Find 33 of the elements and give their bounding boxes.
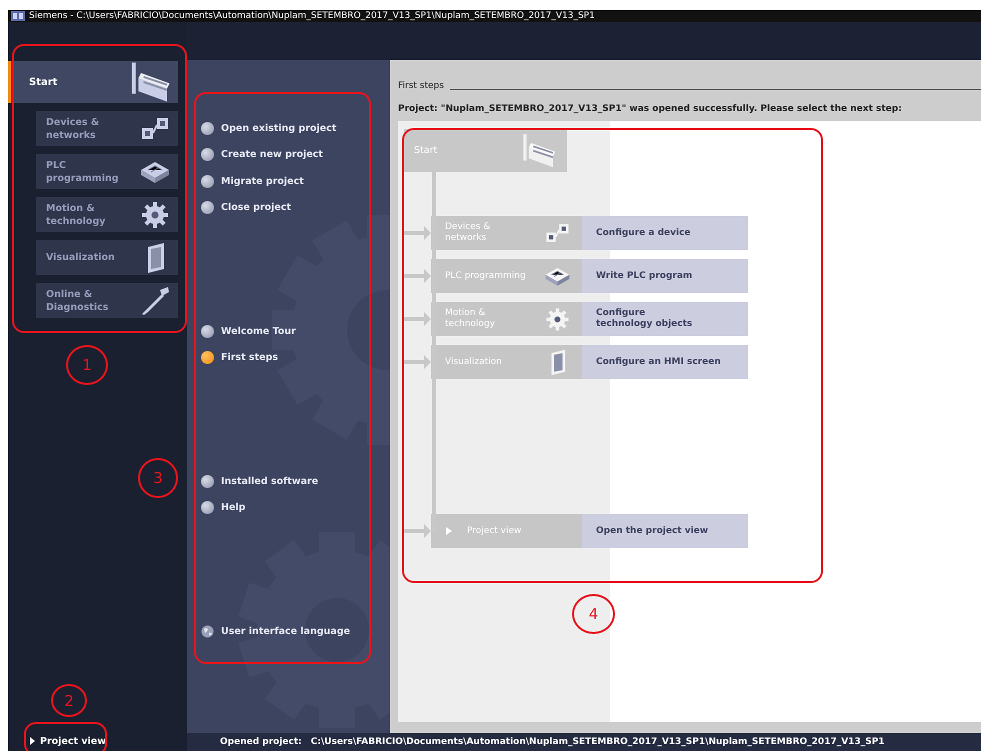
step-action[interactable]: Configure an HMI screen [582,345,748,379]
annotation-number: 2 [51,684,87,717]
annotation-number: 3 [138,458,178,498]
action-link[interactable]: Migrate project [201,168,390,194]
annotation-number: 4 [572,594,615,634]
portal-tab[interactable]: Visualization [36,240,178,275]
action-link[interactable]: First steps [201,344,390,371]
action-link[interactable]: Create new project [201,142,390,168]
step-action[interactable]: Configure a device [582,216,748,250]
portal-tab[interactable]: PLC programming [36,154,178,189]
action-link[interactable]: Close project [201,194,390,221]
portal-tab[interactable]: Motion & technology [36,197,178,232]
window-title: Siemens - C:\Users\FABRICIO\Documents\Automation\Nuplam_SETEMBRO_2017_V13_SP1\Nuplam_SETEMBRO_2017_V13_SP1 [29,10,595,22]
portal-tab[interactable]: Online & Diagnostics [36,283,178,318]
portal-tab[interactable]: Devices & networks [36,111,178,146]
portal-tab[interactable]: Start [8,61,178,103]
status-message: Project: "Nuplam_SETEMBRO_2017_V13_SP1" was opened successfully. Please select the next step: [398,104,903,114]
step-action[interactable]: Configure technology objects [582,302,748,336]
action-link[interactable]: User interface language [201,618,390,644]
step-action[interactable]: Open the project view [582,514,748,548]
status-label: Opened project: [220,737,302,747]
section-heading: First steps [398,81,444,91]
action-link[interactable]: Help [201,494,390,521]
action-link[interactable]: Welcome Tour [201,318,390,344]
project-view-link[interactable]: Project view [8,733,187,749]
project-path: C:\Users\FABRICIO\Documents\Automation\Nuplam_SETEMBRO_2017_V13_SP1\Nuplam_SETEMBRO_2017_V13_SP1 [310,737,885,747]
app-logo-icon [11,11,25,21]
action-link[interactable]: Installed software [201,468,390,494]
play-icon [30,737,35,745]
annotation-number: 1 [66,345,108,385]
step-action[interactable]: Write PLC program [582,259,748,293]
play-icon [445,526,453,536]
action-link[interactable]: Open existing project [201,115,390,142]
